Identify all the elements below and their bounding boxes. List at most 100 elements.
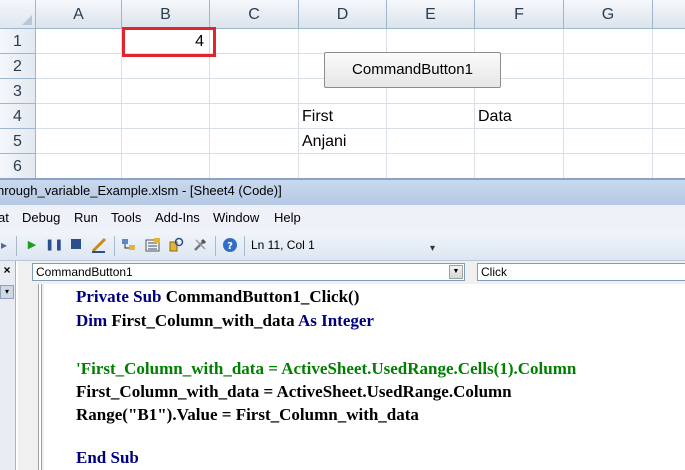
toolbox-icon[interactable] bbox=[192, 237, 208, 253]
menu-help[interactable]: Help bbox=[274, 210, 301, 225]
grid-cell[interactable] bbox=[299, 154, 387, 178]
code-line-comment[interactable]: 'First_Column_with_data = ActiveSheet.Us… bbox=[76, 359, 576, 379]
grid-cell[interactable] bbox=[564, 79, 653, 104]
grid-cell[interactable] bbox=[564, 29, 653, 54]
code-line-2[interactable]: Dim First_Column_with_data As Integer bbox=[76, 311, 374, 331]
row-header-4[interactable]: 4 bbox=[0, 104, 36, 129]
grid-cell[interactable] bbox=[122, 79, 210, 104]
project-pane-edge: × ▾ bbox=[0, 261, 16, 470]
run-icon[interactable]: ▶ bbox=[24, 237, 40, 253]
grid-cell[interactable] bbox=[653, 129, 685, 154]
code-line-1[interactable]: Private Sub CommandButton1_Click() bbox=[76, 287, 359, 307]
grid-cell[interactable] bbox=[122, 104, 210, 129]
properties-icon[interactable] bbox=[145, 237, 161, 253]
column-header-a[interactable]: A bbox=[36, 0, 122, 29]
cell-f4[interactable]: Data bbox=[475, 104, 564, 129]
grid-cell[interactable] bbox=[36, 29, 122, 54]
object-browser-icon[interactable] bbox=[168, 237, 184, 253]
menu-tools[interactable]: Tools bbox=[111, 210, 141, 225]
grid-cell[interactable] bbox=[387, 129, 475, 154]
grid-cell[interactable] bbox=[36, 79, 122, 104]
object-dropdown-value: CommandButton1 bbox=[36, 265, 133, 279]
command-button-1[interactable]: CommandButton1 bbox=[324, 52, 501, 88]
procedure-dropdown[interactable]: Click bbox=[477, 263, 685, 281]
menu-add-ins[interactable]: Add-Ins bbox=[155, 210, 200, 225]
grid-cell[interactable] bbox=[122, 129, 210, 154]
grid-cell[interactable] bbox=[475, 154, 564, 178]
menu-debug[interactable]: Debug bbox=[22, 210, 60, 225]
chevron-down-icon[interactable]: ▾ bbox=[0, 285, 14, 299]
grid-cell[interactable] bbox=[122, 54, 210, 79]
row-header-1[interactable]: 1 bbox=[0, 29, 36, 54]
cell-d5[interactable]: Anjani bbox=[299, 129, 387, 154]
grid-cell[interactable] bbox=[210, 154, 299, 178]
chevron-down-icon[interactable]: ▼ bbox=[449, 265, 463, 279]
code-line-5[interactable]: Range("B1").Value = First_Column_with_da… bbox=[76, 405, 419, 425]
row-header-2[interactable]: 2 bbox=[0, 54, 36, 79]
column-header-h[interactable] bbox=[653, 0, 685, 29]
grid-cell[interactable] bbox=[210, 129, 299, 154]
cell-d4[interactable]: First bbox=[299, 104, 387, 129]
grid-cell[interactable] bbox=[653, 154, 685, 178]
grid-cell[interactable] bbox=[564, 104, 653, 129]
row-header-6[interactable]: 6 bbox=[0, 154, 36, 178]
grid-cell[interactable] bbox=[564, 54, 653, 79]
toolbar-options-icon[interactable]: ▾ bbox=[430, 243, 435, 254]
grid-cell[interactable] bbox=[36, 104, 122, 129]
column-header-b[interactable]: B bbox=[122, 0, 210, 29]
editor-title: hrough_variable_Example.xlsm - [Sheet4 (… bbox=[0, 183, 282, 198]
toolbar-separator bbox=[16, 236, 17, 256]
code-line-end-sub[interactable]: End Sub bbox=[76, 448, 139, 468]
grid-cell[interactable] bbox=[210, 104, 299, 129]
grid-cell[interactable] bbox=[653, 79, 685, 104]
procedure-dropdown-value: Click bbox=[481, 265, 507, 279]
margin-indicator-bar bbox=[38, 284, 42, 470]
object-dropdown[interactable]: CommandButton1 ▼ bbox=[32, 263, 465, 281]
menu-window[interactable]: Window bbox=[213, 210, 259, 225]
menu-run[interactable]: Run bbox=[74, 210, 98, 225]
select-all-corner[interactable] bbox=[0, 0, 36, 29]
project-explorer-icon[interactable] bbox=[121, 237, 137, 253]
design-mode-icon[interactable] bbox=[91, 237, 107, 253]
grid-cell[interactable] bbox=[653, 29, 685, 54]
column-header-g[interactable]: G bbox=[564, 0, 653, 29]
grid-cell[interactable] bbox=[653, 54, 685, 79]
column-header-f[interactable]: F bbox=[475, 0, 564, 29]
grid-cell[interactable] bbox=[475, 29, 564, 54]
grid-cell[interactable] bbox=[387, 104, 475, 129]
grid-cell[interactable] bbox=[387, 29, 475, 54]
menu-bar: at Debug Run Tools Add-Ins Window Help bbox=[0, 205, 685, 231]
row-header-5[interactable]: 5 bbox=[0, 129, 36, 154]
toolbar-separator bbox=[215, 236, 216, 256]
grid-cell[interactable] bbox=[653, 104, 685, 129]
grid-cell[interactable] bbox=[387, 154, 475, 178]
grid-cell[interactable] bbox=[299, 29, 387, 54]
grid-cell[interactable] bbox=[564, 154, 653, 178]
cursor-position: Ln 11, Col 1 bbox=[251, 238, 315, 252]
column-header-c[interactable]: C bbox=[210, 0, 299, 29]
grid-cell[interactable] bbox=[564, 129, 653, 154]
excel-sheet: A B C D E F G 1 2 3 4 5 6 4 First Data A… bbox=[0, 0, 685, 178]
grid-cell[interactable] bbox=[36, 154, 122, 178]
help-icon[interactable]: ? bbox=[222, 237, 238, 253]
cell-b1[interactable]: 4 bbox=[122, 29, 210, 54]
standard-toolbar: ▸ ▶ ❚❚ ? Ln 11, Col 1 ▾ bbox=[0, 231, 685, 261]
row-header-3[interactable]: 3 bbox=[0, 79, 36, 104]
code-line-4[interactable]: First_Column_with_data = ActiveSheet.Use… bbox=[76, 382, 512, 402]
grid-cell[interactable] bbox=[210, 29, 299, 54]
break-icon[interactable]: ❚❚ bbox=[45, 237, 63, 253]
grid-cell[interactable] bbox=[36, 129, 122, 154]
menu-format[interactable]: at bbox=[0, 210, 9, 225]
close-icon[interactable]: × bbox=[0, 263, 14, 277]
keyword: Private Sub bbox=[76, 287, 162, 306]
column-header-d[interactable]: D bbox=[299, 0, 387, 29]
grid-cell[interactable] bbox=[122, 154, 210, 178]
toolbar-separator bbox=[244, 236, 245, 256]
grid-cell[interactable] bbox=[36, 54, 122, 79]
reset-icon[interactable] bbox=[68, 237, 84, 253]
grid-cell[interactable] bbox=[210, 79, 299, 104]
code-editor[interactable]: Private Sub CommandButton1_Click() Dim F… bbox=[44, 284, 685, 470]
column-header-e[interactable]: E bbox=[387, 0, 475, 29]
grid-cell[interactable] bbox=[475, 129, 564, 154]
grid-cell[interactable] bbox=[210, 54, 299, 79]
